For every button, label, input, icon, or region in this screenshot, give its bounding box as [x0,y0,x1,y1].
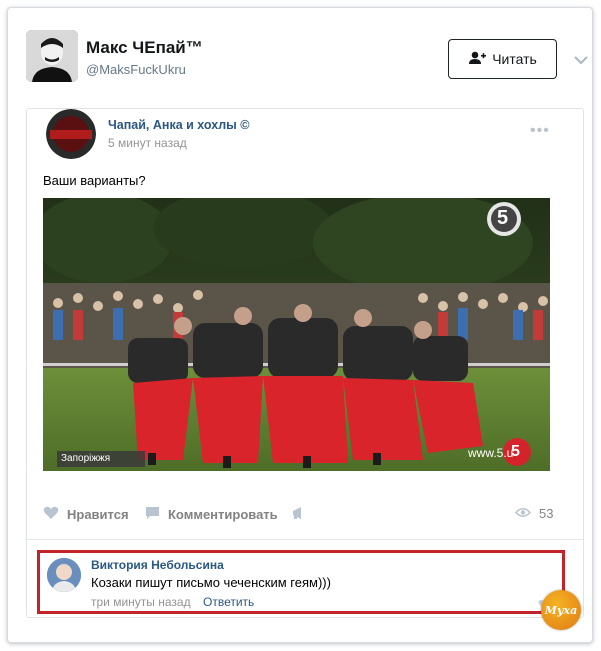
watermark-logo: Муха [541,590,581,630]
post-actions: Нравится Комментировать 53 [43,506,557,526]
like-heart-icon [43,506,59,523]
follow-button[interactable]: Читать [448,39,557,79]
chevron-down-icon[interactable] [574,52,588,65]
user-avatar[interactable] [26,30,78,82]
views-counter: 53 [514,506,554,521]
comment: Виктория Небольсина Козаки пишут письмо … [37,550,565,614]
comment-action[interactable]: Комментировать [145,506,278,523]
comment-author[interactable]: Виктория Небольсина [91,558,224,572]
share-megaphone-icon [291,506,307,523]
reply-link[interactable]: Ответить [203,595,254,609]
like-action[interactable]: Нравится [43,506,129,523]
views-count: 53 [539,506,554,521]
display-name[interactable]: Макс ЧЕпай™ [86,38,203,58]
video-caption: Запоріжжя [61,453,111,464]
group-name[interactable]: Чапай, Анка и хохлы © [108,118,250,132]
comment-text: Козаки пишут письмо чеченским геям))) [91,575,331,590]
views-eye-icon [514,506,532,521]
tweet-card: Макс ЧЕпай™ @MaksFuckUkru Читать Чапай, … [7,7,593,643]
post-video-thumbnail[interactable]: Запоріжжя 5 www.5.u 5 [43,198,550,471]
comment-icon [145,506,160,523]
comment-time[interactable]: три минуты назад [91,595,191,609]
divider [27,539,583,540]
channel-site-logo: 5 [511,443,520,460]
post-text: Ваши варианты? [43,173,146,188]
post-time[interactable]: 5 минут назад [108,136,187,150]
like-label: Нравится [67,507,129,522]
comment-avatar[interactable] [47,558,81,592]
follow-label: Читать [492,51,537,67]
comment-label: Комментировать [168,507,278,522]
group-avatar[interactable] [46,109,96,159]
share-action[interactable] [291,506,307,523]
vk-post-card: Чапай, Анка и хохлы © 5 минут назад ••• … [26,108,584,618]
user-handle[interactable]: @MaksFuckUkru [86,62,186,77]
channel-site: www.5.u [468,446,514,460]
more-dots-icon[interactable]: ••• [530,122,550,140]
follow-person-plus-icon [468,51,487,68]
channel-logo: 5 [497,207,509,229]
